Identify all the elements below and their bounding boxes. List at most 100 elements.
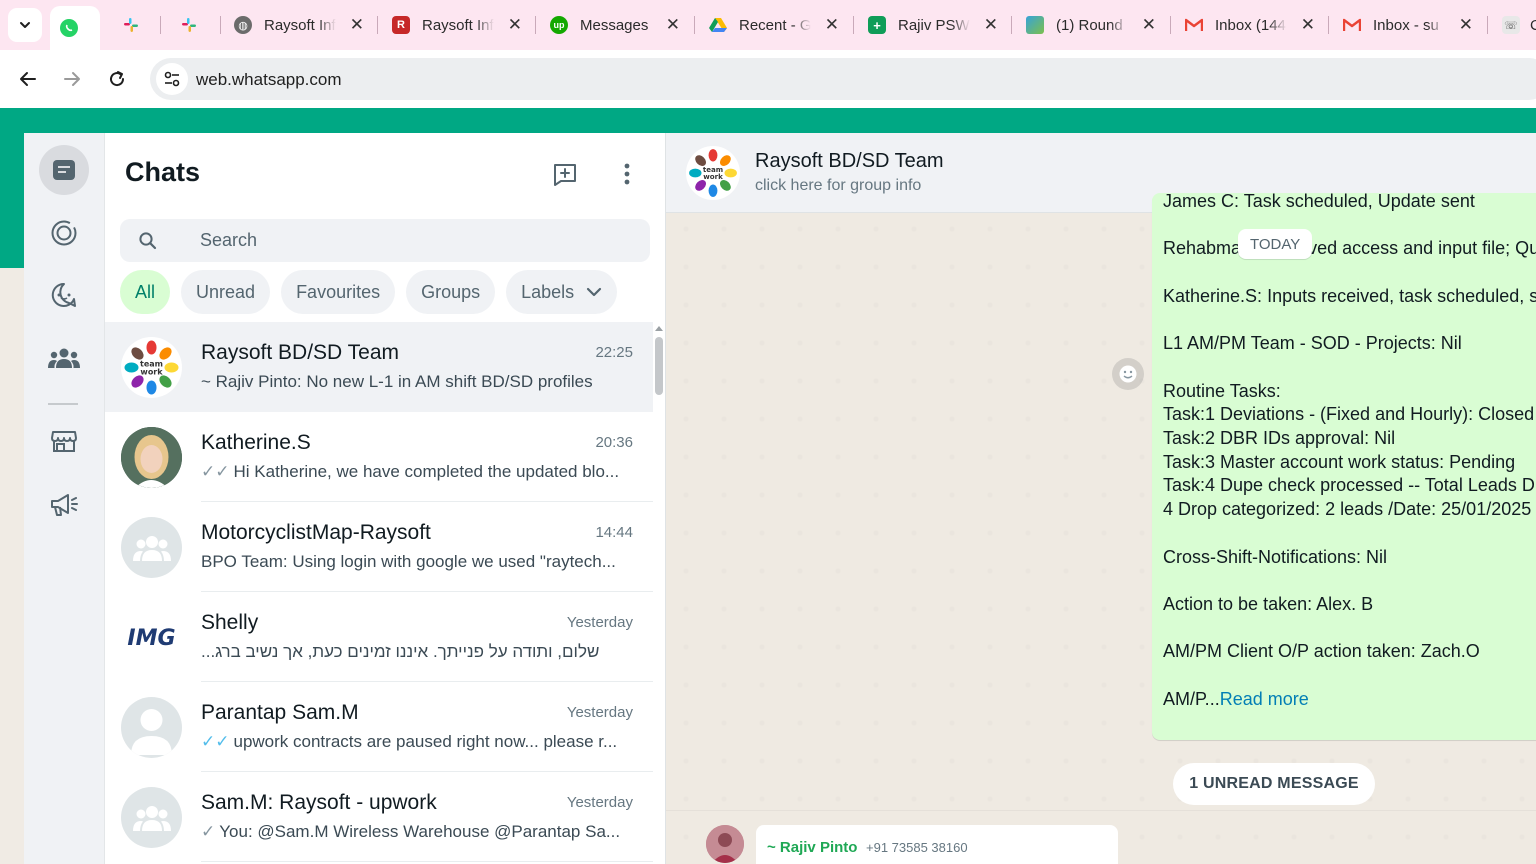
scroll-thumb[interactable]: [655, 337, 663, 395]
search-box[interactable]: [120, 219, 650, 262]
scroll-up-arrow-icon[interactable]: [655, 326, 663, 331]
chevron-down-icon: [20, 22, 30, 28]
chat-row-body: Katherine.S 20:36 ✓✓ Hi Katherine, we hav…: [201, 412, 653, 502]
chat-row[interactable]: Sam.M: Raysoft - upwork Yesterday ✓ You: …: [105, 772, 653, 862]
message-line: Rehabmart: Received access and input fil…: [1163, 238, 1536, 259]
tab-slack-2[interactable]: [170, 6, 220, 44]
filter-all[interactable]: All: [120, 270, 171, 314]
channels-nav-button[interactable]: [39, 270, 89, 320]
close-tab-icon[interactable]: ✕: [1142, 15, 1156, 35]
profile-photo-avatar: [121, 427, 182, 488]
filter-label: All: [135, 281, 156, 302]
google-sheets-icon: +: [868, 16, 886, 34]
globe-icon: ◍: [234, 16, 252, 34]
tab-google-drive[interactable]: Recent - G ✕: [699, 6, 849, 44]
navigation-rail: [24, 133, 105, 864]
chat-preview: שלום, ותודה על פנייתך. איננו זמינים כעת,…: [201, 642, 626, 662]
chat-row[interactable]: MotorcyclistMap-Raysoft 14:44 BPO Team: …: [105, 502, 653, 592]
message-line: Task:1 Deviations - (Fixed and Hourly): …: [1163, 404, 1536, 425]
tab-phone[interactable]: ☏ C: [1492, 6, 1536, 44]
read-more-link[interactable]: Read more: [1220, 689, 1309, 709]
chat-row-body: MotorcyclistMap-Raysoft 14:44 BPO Team: …: [201, 502, 653, 592]
advertise-nav-button[interactable]: [39, 480, 89, 530]
sender-avatar[interactable]: [706, 825, 744, 863]
tab-raysoft-2[interactable]: R Raysoft Inf ✕: [382, 6, 532, 44]
back-button[interactable]: [12, 63, 44, 95]
close-tab-icon[interactable]: ✕: [984, 15, 998, 35]
tab-slack-1[interactable]: [112, 6, 162, 44]
teamwork-avatar: team work: [121, 337, 182, 398]
tab-separator: [1328, 16, 1329, 34]
filter-unread[interactable]: Unread: [181, 270, 271, 314]
close-tab-icon[interactable]: ✕: [825, 15, 839, 35]
forward-button[interactable]: [56, 63, 88, 95]
preview-text: upwork contracts are paused right now...…: [233, 732, 618, 751]
chat-name: Raysoft BD/SD Team: [201, 341, 400, 364]
filter-label: Unread: [196, 281, 256, 302]
close-tab-icon[interactable]: ✕: [350, 15, 364, 35]
tab-messages[interactable]: up Messages ✕: [540, 6, 690, 44]
tab-search-button[interactable]: [8, 8, 42, 42]
chats-nav-button[interactable]: [39, 145, 89, 195]
message-truncated-line: AM/P...Read more: [1163, 689, 1309, 710]
message-line: James C: Task scheduled, Update sent: [1163, 193, 1475, 211]
close-tab-icon[interactable]: ✕: [1301, 15, 1315, 35]
search-input[interactable]: [200, 219, 620, 262]
react-button[interactable]: [1112, 358, 1144, 390]
unread-messages-indicator: 1 UNREAD MESSAGE: [1173, 763, 1375, 805]
chevron-down-icon: [587, 287, 602, 297]
chat-row[interactable]: Katherine.S 20:36 ✓✓ Hi Katherine, we hav…: [105, 412, 653, 502]
conversation-title: Raysoft BD/SD Team: [755, 150, 944, 172]
address-bar[interactable]: web.whatsapp.com: [150, 58, 1536, 100]
close-tab-icon[interactable]: ✕: [508, 15, 522, 35]
whatsapp-side-band: [0, 133, 24, 268]
chat-time: Yesterday: [566, 614, 633, 631]
chat-name: Parantap Sam.M: [201, 701, 359, 724]
date-divider: TODAY: [1238, 229, 1313, 259]
tab-title: Raysoft Inf: [422, 16, 494, 34]
filter-favourites[interactable]: Favourites: [281, 270, 396, 314]
tab-gmail-1[interactable]: Inbox (144 ✕: [1175, 6, 1325, 44]
preview-text: BPO Team: Using login with google we use…: [201, 552, 616, 571]
tab-gmail-2[interactable]: Inbox - su ✕: [1333, 6, 1483, 44]
communities-nav-button[interactable]: [39, 333, 89, 383]
chat-name: MotorcyclistMap-Raysoft: [201, 521, 431, 544]
tab-roundcube[interactable]: (1) Round ✕: [1016, 6, 1166, 44]
message-line: Routine Tasks:: [1163, 380, 1281, 401]
img-logo-avatar: IMG: [121, 607, 182, 668]
chat-list-scrollbar[interactable]: [653, 322, 665, 864]
site-info-button[interactable]: [156, 63, 188, 95]
arrow-left-icon: [20, 72, 36, 86]
google-drive-icon: [709, 16, 727, 34]
close-tab-icon[interactable]: ✕: [666, 15, 680, 35]
chat-row-body: Parantap Sam.M Yesterday ✓✓ upwork contra…: [201, 682, 653, 772]
tab-separator: [1487, 16, 1488, 34]
chat-row[interactable]: team work Raysoft BD/SD Team 22:25 ~ Raj…: [105, 322, 653, 412]
chat-row[interactable]: IMG Shelly Yesterday שלום, ותודה על פניי…: [105, 592, 653, 682]
filter-labels[interactable]: Labels: [506, 270, 618, 314]
tab-google-sheets[interactable]: + Rajiv PSW ✕: [858, 6, 1008, 44]
new-chat-button[interactable]: [548, 157, 582, 191]
reload-button[interactable]: [101, 63, 133, 95]
filter-groups[interactable]: Groups: [406, 270, 496, 314]
sender-name[interactable]: ~ Rajiv Pinto: [767, 839, 857, 856]
tab-raysoft-1[interactable]: ◍ Raysoft Inf ✕: [224, 6, 374, 44]
emoji-icon: [1119, 365, 1137, 383]
message-line: 4 Drop categorized: 2 leads /Date: 25/01…: [1163, 499, 1532, 520]
tab-whatsapp[interactable]: [50, 6, 100, 50]
filter-label: Favourites: [296, 281, 381, 302]
sender-phone: +91 73585 38160: [866, 840, 968, 855]
message-line: L1 AM/PM Team - SOD - Projects: Nil: [1163, 333, 1462, 354]
chat-row[interactable]: Parantap Sam.M Yesterday ✓✓ upwork contra…: [105, 682, 653, 772]
chat-time: 22:25: [595, 344, 633, 361]
tab-separator: [694, 16, 695, 34]
search-icon: [139, 232, 157, 250]
whatsapp-favicon-icon: [60, 19, 78, 37]
outgoing-message-bubble[interactable]: James C: Task scheduled, Update sent Reha…: [1152, 193, 1536, 740]
incoming-message-bubble[interactable]: ~ Rajiv Pinto +91 73585 38160: [756, 825, 1118, 864]
status-nav-button[interactable]: [39, 208, 89, 258]
channels-icon: [51, 282, 76, 307]
business-tools-nav-button[interactable]: [39, 416, 89, 466]
close-tab-icon[interactable]: ✕: [1459, 15, 1473, 35]
menu-button[interactable]: [610, 157, 644, 191]
